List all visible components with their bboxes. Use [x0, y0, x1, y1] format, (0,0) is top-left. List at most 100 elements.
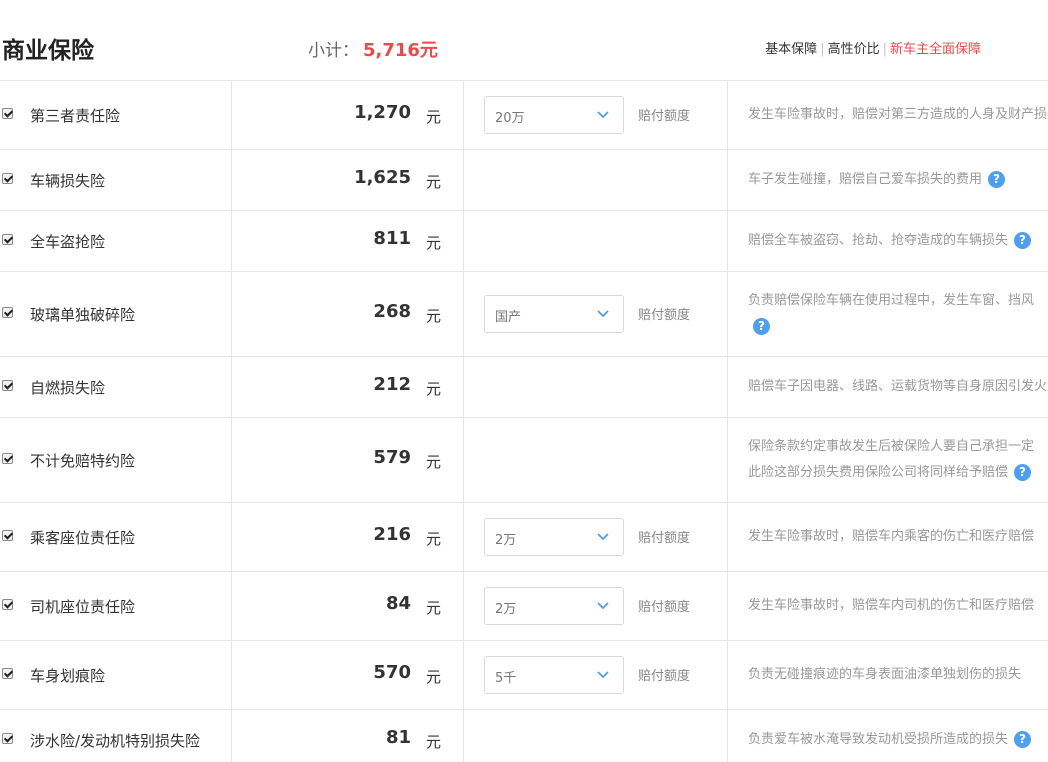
plan-separator: | — [820, 42, 825, 57]
coverage-amount-select[interactable]: 5千 — [484, 656, 624, 694]
coverage-description: 负责无碰撞痕迹的车身表面油漆单独划伤的损失 — [748, 662, 1048, 688]
coverage-amount-select[interactable]: 国产 — [484, 295, 624, 333]
coverage-description: 赔偿全车被盗窃、抢劫、抢夺造成的车辆损失? — [748, 228, 1048, 254]
column-divider — [727, 150, 728, 210]
row-checkbox[interactable] — [2, 380, 13, 391]
column-divider — [463, 211, 464, 271]
coverage-price: 81 — [385, 727, 411, 748]
column-divider — [463, 418, 464, 502]
description-text: 负责赔偿保险车辆在使用过程中，发生车窗、挡风 — [748, 293, 1035, 308]
column-divider — [231, 357, 232, 417]
chevron-down-icon — [597, 602, 609, 610]
row-checkbox[interactable] — [2, 530, 13, 541]
insurance-row: 司机座位责任险 84 元 2万 赔付额度 发生车险事故时，赔偿车内司机的伤亡和医疗赔偿 — [0, 572, 1048, 641]
subtotal-label: 小计： — [308, 41, 359, 61]
help-icon[interactable]: ? — [1014, 464, 1032, 481]
coverage-name: 不计免赔特约险 — [30, 452, 136, 470]
column-divider — [231, 150, 232, 210]
coverage-amount-select[interactable]: 20万 — [484, 96, 624, 134]
description-line: ? — [748, 314, 1048, 340]
select-value: 2万 — [495, 533, 517, 548]
plan-tab-basic[interactable]: 基本保障 — [765, 42, 817, 57]
column-divider — [463, 150, 464, 210]
description-text: 发生车险事故时，赔偿对第三方造成的人身及财产损失 — [748, 107, 1048, 122]
description-line: 负责赔偿保险车辆在使用过程中，发生车窗、挡风 — [748, 288, 1048, 314]
chevron-down-icon — [597, 111, 609, 119]
column-divider — [463, 81, 464, 149]
description-text: 赔偿全车被盗窃、抢劫、抢夺造成的车辆损失 — [748, 233, 1009, 248]
row-checkbox[interactable] — [2, 108, 13, 119]
column-divider — [727, 211, 728, 271]
column-divider — [231, 272, 232, 356]
select-value: 国产 — [495, 310, 522, 325]
help-icon[interactable]: ? — [1014, 232, 1032, 249]
description-text: 保险条款约定事故发生后被保险人要自己承担一定 — [748, 439, 1035, 454]
column-divider — [727, 272, 728, 356]
coverage-price: 1,625 — [354, 167, 411, 188]
coverage-name: 车身划痕险 — [30, 667, 106, 685]
column-divider — [231, 418, 232, 502]
coverage-price: 212 — [373, 374, 411, 395]
coverage-name: 玻璃单独破碎险 — [30, 306, 136, 324]
insurance-row: 乘客座位责任险 216 元 2万 赔付额度 发生车险事故时，赔偿车内乘客的伤亡和医疗赔偿 — [0, 503, 1048, 572]
description-line: 发生车险事故时，赔偿车内乘客的伤亡和医疗赔偿 — [748, 524, 1048, 550]
help-icon[interactable]: ? — [753, 318, 770, 335]
price-unit: 元 — [426, 599, 442, 617]
price-unit: 元 — [426, 453, 442, 471]
subtotal: 小计： 5,716元 — [308, 36, 438, 62]
payout-limit-label: 赔付额度 — [638, 600, 691, 615]
coverage-name: 全车盗抢险 — [30, 233, 106, 251]
row-checkbox[interactable] — [2, 668, 13, 679]
column-divider — [463, 710, 464, 762]
price-unit: 元 — [426, 173, 442, 191]
column-divider — [727, 81, 728, 149]
coverage-price: 84 — [385, 593, 411, 614]
coverage-description: 负责赔偿保险车辆在使用过程中，发生车窗、挡风? — [748, 288, 1048, 340]
description-text: 负责爱车被水淹导致发动机受损所造成的损失 — [748, 732, 1009, 747]
description-line: 此险这部分损失费用保险公司将同样给予赔偿? — [748, 460, 1048, 486]
column-divider — [231, 81, 232, 149]
subtotal-value: 5,716元 — [363, 40, 438, 61]
coverage-description: 发生车险事故时，赔偿车内乘客的伤亡和医疗赔偿 — [748, 524, 1048, 550]
help-icon[interactable]: ? — [988, 171, 1006, 188]
select-value: 20万 — [495, 111, 525, 126]
insurance-row: 自燃损失险 212 元 赔偿车子因电器、线路、运载货物等自身原因引发火灾 — [0, 357, 1048, 418]
help-icon[interactable]: ? — [1014, 731, 1032, 748]
row-checkbox[interactable] — [2, 453, 13, 464]
description-text: 发生车险事故时，赔偿车内司机的伤亡和医疗赔偿 — [748, 598, 1035, 613]
column-divider — [727, 357, 728, 417]
column-divider — [727, 503, 728, 571]
coverage-price: 216 — [373, 524, 411, 545]
row-checkbox[interactable] — [2, 173, 13, 184]
payout-limit-label: 赔付额度 — [638, 109, 691, 124]
coverage-name: 司机座位责任险 — [30, 598, 136, 616]
coverage-price: 1,270 — [354, 102, 411, 123]
plan-separator: | — [882, 42, 887, 57]
coverage-name: 自燃损失险 — [30, 379, 106, 397]
price-unit: 元 — [426, 733, 442, 751]
coverage-amount-select[interactable]: 2万 — [484, 587, 624, 625]
row-checkbox[interactable] — [2, 307, 13, 318]
coverage-amount-select[interactable]: 2万 — [484, 518, 624, 556]
coverage-description: 赔偿车子因电器、线路、运载货物等自身原因引发火灾 — [748, 374, 1048, 400]
description-line: 赔偿全车被盗窃、抢劫、抢夺造成的车辆损失? — [748, 228, 1048, 254]
page-header: 商业保险 小计： 5,716元 基本保障 | 高性价比 | 新车主全面保障 — [0, 0, 1048, 80]
plan-tab-value[interactable]: 高性价比 — [828, 42, 880, 57]
price-unit: 元 — [426, 668, 442, 686]
plan-tab-full[interactable]: 新车主全面保障 — [890, 42, 981, 57]
insurance-row: 玻璃单独破碎险 268 元 国产 赔付额度 负责赔偿保险车辆在使用过程中，发生车窗、挡风? — [0, 272, 1048, 357]
coverage-name: 涉水险/发动机特别损失险 — [30, 732, 201, 750]
price-unit: 元 — [426, 234, 442, 252]
plan-tabs: 基本保障 | 高性价比 | 新车主全面保障 — [765, 38, 981, 57]
row-checkbox[interactable] — [2, 599, 13, 610]
row-checkbox[interactable] — [2, 733, 13, 744]
description-line: 保险条款约定事故发生后被保险人要自己承担一定 — [748, 434, 1048, 460]
description-text: 此险这部分损失费用保险公司将同样给予赔偿 — [748, 465, 1009, 480]
coverage-description: 车子发生碰撞，赔偿自己爱车损失的费用? — [748, 167, 1048, 193]
coverage-description: 发生车险事故时，赔偿车内司机的伤亡和医疗赔偿 — [748, 593, 1048, 619]
insurance-table: 第三者责任险 1,270 元 20万 赔付额度 发生车险事故时，赔偿对第三方造成的人身及财… — [0, 80, 1048, 762]
row-checkbox[interactable] — [2, 234, 13, 245]
column-divider — [231, 710, 232, 762]
column-divider — [231, 572, 232, 640]
payout-limit-label: 赔付额度 — [638, 531, 691, 546]
